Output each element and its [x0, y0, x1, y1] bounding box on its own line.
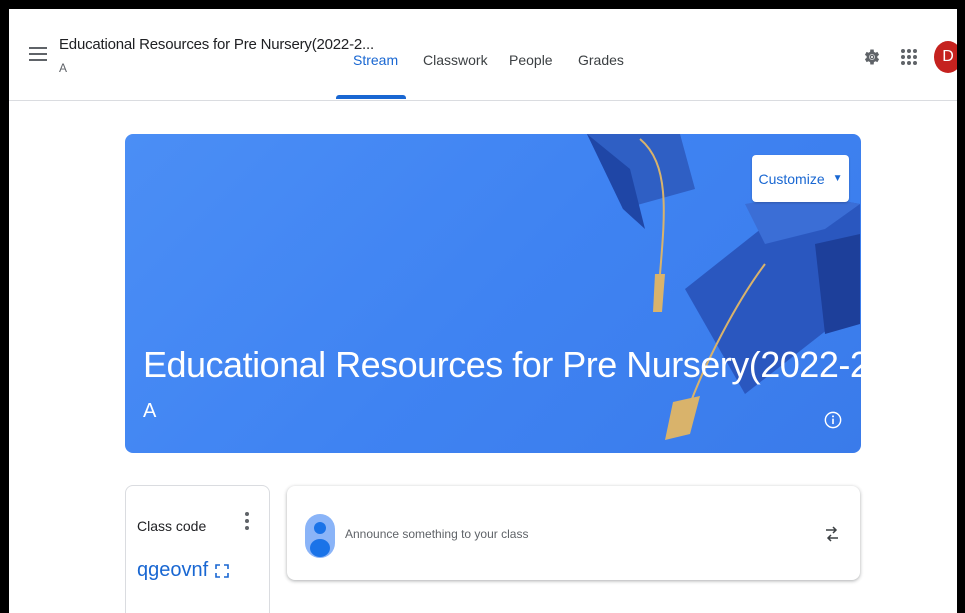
tab-people[interactable]: People: [509, 52, 553, 68]
user-avatar-icon: [305, 514, 335, 558]
class-section: A: [59, 61, 68, 75]
apps-icon[interactable]: [901, 49, 917, 65]
avatar[interactable]: D: [934, 41, 957, 73]
graduation-caps-illustration: [587, 134, 860, 440]
banner-title[interactable]: Educational Resources for Pre Nursery(20…: [143, 344, 861, 386]
customize-button[interactable]: Customize ▼: [752, 155, 849, 202]
info-icon[interactable]: [824, 411, 842, 429]
tab-classwork[interactable]: Classwork: [423, 52, 488, 68]
customize-label: Customize: [758, 170, 825, 187]
tab-stream[interactable]: Stream: [353, 52, 398, 68]
announce-box[interactable]: Announce something to your class: [287, 486, 860, 580]
app-window: Educational Resources for Pre Nursery(20…: [9, 9, 957, 613]
class-title[interactable]: Educational Resources for Pre Nursery(20…: [59, 36, 374, 53]
dropdown-arrow-icon: ▼: [832, 173, 843, 184]
fullscreen-icon[interactable]: [215, 564, 229, 578]
gear-icon[interactable]: [862, 47, 882, 67]
top-app-bar: Educational Resources for Pre Nursery(20…: [9, 9, 957, 101]
announce-placeholder: Announce something to your class: [345, 527, 529, 541]
menu-icon[interactable]: [29, 47, 47, 65]
class-banner: Customize ▼ Educational Resources for Pr…: [125, 134, 861, 453]
active-tab-indicator: [336, 95, 406, 99]
banner-section: A: [143, 400, 157, 422]
class-code-label: Class code: [137, 518, 207, 534]
class-code-card: Class code qgeovnf: [125, 485, 270, 613]
class-code-value: qgeovnf: [137, 559, 209, 581]
tab-grades[interactable]: Grades: [578, 52, 624, 68]
repost-icon[interactable]: [824, 522, 840, 546]
more-vert-icon[interactable]: [244, 512, 250, 534]
